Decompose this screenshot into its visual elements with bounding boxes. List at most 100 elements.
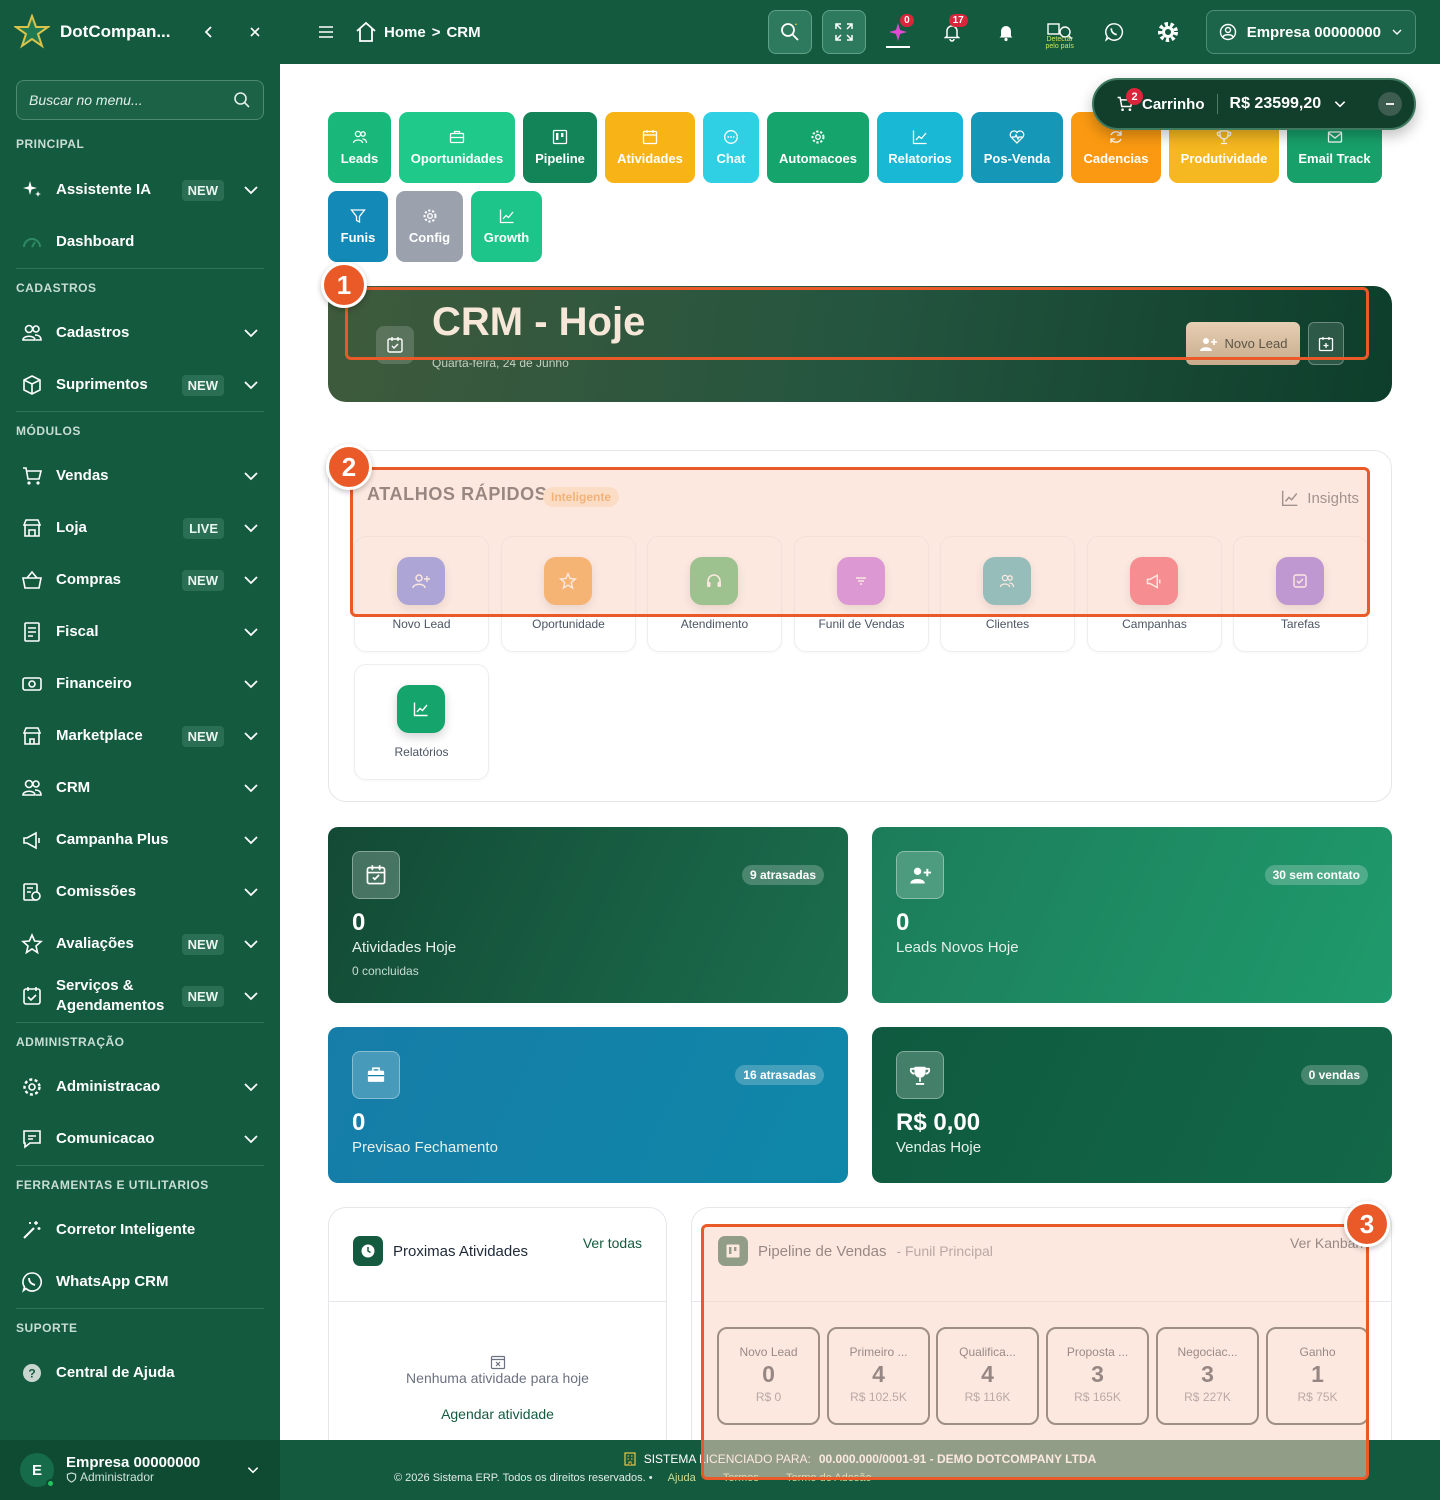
- sidebar-item-campanha-plus[interactable]: Campanha Plus: [0, 814, 280, 866]
- chevron-down-icon: [244, 836, 258, 845]
- ai-sparkle-button[interactable]: 0: [876, 10, 920, 54]
- shortcut-novo-lead[interactable]: Novo Lead: [354, 536, 489, 652]
- sidebar-item-label: Administracao: [56, 1078, 161, 1095]
- minimize-cart-button[interactable]: [1378, 92, 1402, 116]
- sidebar-item-loja[interactable]: Loja LIVE: [0, 502, 280, 554]
- stat-card-leads[interactable]: 30 sem contato 0 Leads Novos Hoje: [872, 827, 1392, 1003]
- footer: SISTEMA LICENCIADO PARA: 00.000.000/0001…: [280, 1440, 1440, 1500]
- sidebar-item-label: Dashboard: [56, 233, 135, 250]
- menu-search-input[interactable]: [29, 92, 233, 108]
- chevron-down-icon[interactable]: [1333, 97, 1347, 111]
- sidebar-item-financeiro[interactable]: Financeiro: [0, 658, 280, 710]
- collapse-sidebar-button[interactable]: [198, 21, 220, 43]
- close-sidebar-button[interactable]: [244, 21, 266, 43]
- shortcut-clientes[interactable]: Clientes: [940, 536, 1075, 652]
- module-atividades[interactable]: Atividades: [605, 112, 695, 183]
- shortcut-funil-vendas[interactable]: Funil de Vendas: [794, 536, 929, 652]
- chevron-down-icon: [244, 472, 258, 481]
- sidebar-item-label: Suprimentos: [56, 376, 148, 393]
- panel-header: Proximas Atividades: [353, 1236, 528, 1266]
- footer-link-termo-adesao[interactable]: Termo de Adesão: [786, 1472, 872, 1484]
- user-profile[interactable]: E Empresa 00000000 Administrador: [0, 1440, 280, 1500]
- overdue-badge: 9 atrasadas: [741, 865, 824, 885]
- module-leads[interactable]: Leads: [328, 112, 391, 183]
- chevron-down-icon: [244, 381, 258, 390]
- pipeline-stage[interactable]: Ganho 1 R$ 75K: [1266, 1327, 1369, 1425]
- kanban-icon: [718, 1236, 748, 1266]
- stat-value: 0: [896, 909, 910, 936]
- stat-card-previsao[interactable]: 16 atrasadas 0 Previsao Fechamento: [328, 1027, 848, 1183]
- sidebar-item-marketplace[interactable]: Marketplace NEW: [0, 710, 280, 762]
- sidebar-item-compras[interactable]: Compras NEW: [0, 554, 280, 606]
- search-icon[interactable]: [233, 91, 251, 109]
- heart-pulse-icon: [1009, 130, 1025, 144]
- sidebar-item-comissoes[interactable]: Comissões: [0, 866, 280, 918]
- sidebar-item-fiscal[interactable]: Fiscal: [0, 606, 280, 658]
- module-pos-venda[interactable]: Pos-Venda: [971, 112, 1063, 183]
- sidebar-item-servicos[interactable]: Serviços & Agendamentos NEW: [0, 970, 280, 1022]
- pipeline-stage[interactable]: Negociac... 3 R$ 227K: [1156, 1327, 1259, 1425]
- module-relatorios[interactable]: Relatorios: [877, 112, 963, 183]
- hamburger-menu-icon[interactable]: [316, 22, 336, 42]
- shortcut-oportunidade[interactable]: Oportunidade: [501, 536, 636, 652]
- insights-button[interactable]: Insights: [1281, 489, 1359, 507]
- new-lead-button[interactable]: Novo Lead: [1186, 322, 1300, 365]
- users-icon: [983, 557, 1031, 605]
- notifications-button[interactable]: 17: [930, 10, 974, 54]
- sidebar-item-whatsapp[interactable]: WhatsApp CRM: [0, 1256, 280, 1308]
- add-calendar-button[interactable]: [1308, 322, 1344, 365]
- module-chat[interactable]: Chat: [703, 112, 759, 183]
- pipeline-stage[interactable]: Proposta ... 3 R$ 165K: [1046, 1327, 1149, 1425]
- settings-button[interactable]: [1146, 10, 1190, 54]
- copyright-text: © 2026 Sistema ERP. Todos os direitos re…: [394, 1472, 646, 1484]
- footer-link-termos[interactable]: Termos: [723, 1472, 759, 1484]
- sidebar-item-ajuda[interactable]: ? Central de Ajuda: [0, 1347, 280, 1399]
- module-automacoes[interactable]: Automacoes: [767, 112, 869, 183]
- sidebar-item-administracao[interactable]: Administracao: [0, 1061, 280, 1113]
- sidebar-item-dashboard[interactable]: Dashboard: [0, 216, 280, 268]
- smart-badge: Inteligente: [543, 487, 620, 507]
- top-bar-actions: 0 17 Detectar pelo país Empresa 00000000: [767, 0, 1416, 64]
- schedule-activity-link[interactable]: Agendar atividade: [329, 1406, 666, 1422]
- stat-card-vendas[interactable]: 0 vendas R$ 0,00 Vendas Hoje: [872, 1027, 1392, 1183]
- breadcrumb-home[interactable]: Home: [384, 24, 426, 41]
- sidebar-item-avaliacoes[interactable]: Avaliações NEW: [0, 918, 280, 970]
- section-administracao: ADMINISTRAÇÃO: [16, 1035, 125, 1049]
- pipeline-stage[interactable]: Primeiro ... 4 R$ 102.5K: [827, 1327, 930, 1425]
- pipeline-stage[interactable]: Qualifica... 4 R$ 116K: [936, 1327, 1039, 1425]
- shortcut-campanhas[interactable]: Campanhas: [1087, 536, 1222, 652]
- sidebar-item-corretor[interactable]: Corretor Inteligente: [0, 1204, 280, 1256]
- language-detect-button[interactable]: Detectar pelo país: [1038, 10, 1082, 54]
- sidebar-item-suprimentos[interactable]: Suprimentos NEW: [0, 359, 280, 411]
- shortcut-relatorios[interactable]: Relatórios: [354, 664, 489, 780]
- sidebar-item-assistente-ia[interactable]: Assistente IA NEW: [0, 164, 280, 216]
- building-icon: [624, 1452, 636, 1466]
- home-icon[interactable]: [354, 20, 378, 44]
- sidebar-item-comunicacao[interactable]: Comunicacao: [0, 1113, 280, 1165]
- module-funis[interactable]: Funis: [328, 191, 388, 262]
- pipeline-stage[interactable]: Novo Lead 0 R$ 0: [717, 1327, 820, 1425]
- sidebar-item-cadastros[interactable]: Cadastros: [0, 307, 280, 359]
- brand: DotCompan...: [0, 0, 280, 64]
- module-config[interactable]: Config: [396, 191, 463, 262]
- chevron-down-icon: [244, 524, 258, 533]
- stat-card-atividades[interactable]: 9 atrasadas 0 Atividades Hoje 0 concluid…: [328, 827, 848, 1003]
- footer-link-ajuda[interactable]: Ajuda: [668, 1472, 696, 1484]
- sidebar-item-vendas[interactable]: Vendas: [0, 450, 280, 502]
- alerts-button[interactable]: [984, 10, 1028, 54]
- fullscreen-button[interactable]: [821, 10, 866, 54]
- calendar-check-icon: [20, 984, 44, 1008]
- whatsapp-button[interactable]: [1092, 10, 1136, 54]
- module-oportunidades[interactable]: Oportunidades: [399, 112, 515, 183]
- shortcut-tarefas[interactable]: Tarefas: [1233, 536, 1368, 652]
- module-growth[interactable]: Growth: [471, 191, 542, 262]
- sidebar-item-crm[interactable]: CRM: [0, 762, 280, 814]
- search-button[interactable]: [767, 10, 812, 54]
- company-selector[interactable]: Empresa 00000000: [1205, 10, 1416, 54]
- svg-text:?: ?: [28, 1367, 35, 1381]
- shortcut-atendimento[interactable]: Atendimento: [647, 536, 782, 652]
- cart-widget[interactable]: 2 Carrinho R$ 23599,20: [1092, 78, 1416, 130]
- new-badge: NEW: [181, 725, 224, 747]
- view-all-link[interactable]: Ver todas: [583, 1235, 642, 1251]
- module-pipeline[interactable]: Pipeline: [523, 112, 597, 183]
